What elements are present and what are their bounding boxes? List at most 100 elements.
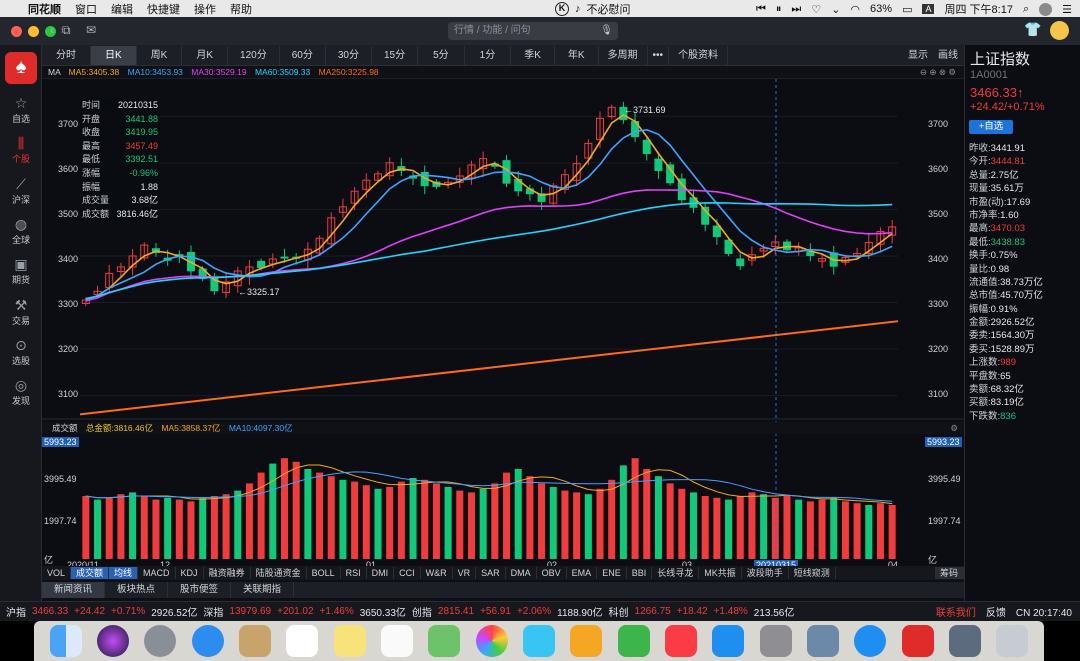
gear-icon[interactable]: ⚙ (950, 422, 958, 434)
tab-related-futures[interactable]: 关联期指 (231, 582, 295, 598)
notes-icon[interactable] (333, 625, 366, 657)
heart-icon[interactable]: ♡ (811, 3, 821, 16)
photos-icon[interactable] (475, 625, 508, 657)
launchpad-icon[interactable] (144, 625, 177, 657)
sidebar-item-futures[interactable]: ▣ 期货 (0, 256, 42, 286)
tab-120min[interactable]: 120分 (228, 45, 280, 65)
indicator-tab[interactable]: 波段助手 (742, 567, 789, 579)
tab-quarterly-k[interactable]: 季K (511, 45, 555, 65)
sidebar-item-trade[interactable]: ⚒ 交易 (0, 297, 42, 327)
menu-edit[interactable]: 编辑 (111, 1, 133, 17)
microphone-icon[interactable]: 🎙 (600, 22, 613, 40)
display-button[interactable]: 显示 (908, 45, 928, 66)
sidebar-item-stock[interactable]: ⫼ 个股 (0, 135, 42, 165)
numbers-icon[interactable] (617, 625, 650, 657)
indicator-tab[interactable]: 融资融券 (204, 567, 251, 579)
sidebar-item-global[interactable]: ◍ 全球 (0, 216, 42, 246)
indicator-tab[interactable]: 长线寻龙 (652, 567, 700, 579)
calendar-icon[interactable] (286, 625, 319, 657)
indicator-tab[interactable]: OBV (537, 567, 567, 579)
tab-5min[interactable]: 5分 (418, 45, 465, 65)
menu-window[interactable]: 窗口 (75, 1, 97, 17)
draw-line-button[interactable]: 画线 (938, 45, 958, 66)
keynote-icon[interactable] (570, 625, 603, 657)
close-button[interactable] (11, 25, 22, 37)
indicator-tab[interactable]: KDJ (176, 567, 204, 579)
minimize-button[interactable] (28, 25, 39, 37)
skin-icon[interactable]: 👕 (1024, 21, 1041, 38)
indicator-tab[interactable]: 均线 (109, 567, 139, 579)
mail-icon[interactable]: ✉ (86, 23, 96, 37)
messages-icon[interactable] (522, 625, 555, 657)
kline-chart[interactable] (42, 79, 964, 572)
sidebar-item-market[interactable]: ⟋ 沪深 (0, 176, 42, 206)
tab-monthly-k[interactable]: 月K (182, 45, 229, 65)
finder-icon[interactable] (49, 625, 82, 657)
back-icon[interactable]: ‹ (50, 23, 54, 37)
prev-track-icon[interactable]: ⏮ (756, 3, 766, 16)
trash-icon[interactable] (996, 625, 1029, 657)
appstore-icon[interactable] (712, 625, 745, 657)
search-icon[interactable]: ⌕ (1023, 3, 1029, 16)
tab-60min[interactable]: 60分 (280, 45, 326, 65)
chips-button[interactable]: 筹码 (934, 567, 964, 579)
menu-shortcut[interactable]: 快捷键 (147, 1, 180, 17)
menu-help[interactable]: 帮助 (230, 1, 252, 17)
search-input[interactable]: 行情 / 功能 / 问句 🎙 (448, 22, 618, 40)
tab-yearly-k[interactable]: 年K (555, 45, 599, 65)
chevron-down-icon[interactable]: ⌄ (831, 3, 840, 16)
tab-daily-k[interactable]: 日K (91, 45, 137, 65)
indicator-tab[interactable]: DMI (367, 567, 395, 579)
pause-icon[interactable]: ⏸ (776, 3, 782, 16)
indicator-tab[interactable]: BBI (627, 567, 653, 579)
maps-icon[interactable] (428, 625, 461, 657)
indicator-tab[interactable]: SAR (476, 567, 506, 579)
battery-percent[interactable]: 63% (870, 3, 892, 15)
menu-list-icon[interactable]: ☰ (1062, 3, 1072, 16)
chart-controls[interactable]: ⊖ ⊕ ⊗ ⚙ (920, 66, 956, 79)
app-logo-icon[interactable]: ♠ (5, 52, 37, 84)
wifi-icon[interactable]: ◠ (850, 3, 860, 16)
tab-intraday[interactable]: 分时 (42, 45, 91, 65)
tab-stock-notes[interactable]: 股市便签 (168, 582, 232, 598)
kingsoft-icon[interactable] (854, 625, 887, 657)
reminders-icon[interactable] (380, 625, 413, 657)
indicator-tab[interactable]: DMA (506, 567, 537, 579)
status-right-item[interactable]: 联系我们 (936, 608, 976, 619)
clock[interactable]: 周四 下午8:17 (944, 1, 1012, 17)
indicator-tab[interactable]: VR (453, 567, 477, 579)
indicator-tab[interactable]: 陆股通资金 (251, 567, 307, 579)
app-status-icon[interactable]: K (555, 2, 569, 16)
preview-icon[interactable] (238, 625, 271, 657)
system-preferences-icon[interactable] (759, 625, 792, 657)
music-icon[interactable] (664, 625, 697, 657)
indicator-tab[interactable]: RSI (341, 567, 367, 579)
tab-weekly-k[interactable]: 周K (137, 45, 183, 65)
indicator-tab[interactable]: 短线窥测 (789, 567, 836, 579)
menu-app-name[interactable]: 同花顺 (28, 1, 61, 17)
safari-icon[interactable] (191, 625, 224, 657)
indicator-tab[interactable]: BOLL (307, 567, 341, 579)
indicator-tab[interactable]: ENE (597, 567, 627, 579)
sidebar-item-discover[interactable]: ◎ 发现 (0, 377, 42, 407)
user-avatar[interactable] (1050, 21, 1069, 40)
indicator-tab[interactable]: EMA (567, 567, 598, 579)
sidebar-item-screener[interactable]: ⊙ 选股 (0, 337, 42, 367)
tab-30min[interactable]: 30分 (326, 45, 372, 65)
more-tabs-button[interactable]: ••• (648, 45, 670, 65)
indicator-tab[interactable]: MK共振 (699, 567, 742, 579)
tab-1min[interactable]: 1分 (465, 45, 512, 65)
window-icon[interactable]: ⧉ (62, 23, 71, 38)
siri-icon[interactable] (96, 625, 129, 657)
tab-15min[interactable]: 15分 (372, 45, 419, 65)
tab-stock-profile[interactable]: 个股资料 (669, 45, 729, 65)
avatar[interactable] (1039, 2, 1053, 16)
indicator-tab[interactable]: 成交额 (71, 567, 110, 579)
tab-sector-hot[interactable]: 板块热点 (105, 582, 169, 598)
menu-operation[interactable]: 操作 (194, 1, 216, 17)
indicator-tab[interactable]: W&R (421, 567, 453, 579)
sidebar-item-watchlist[interactable]: ☆ 自选 (0, 95, 42, 125)
tab-news[interactable]: 新闻资讯 (42, 582, 106, 598)
input-method[interactable]: A (922, 4, 935, 14)
next-track-icon[interactable]: ⏭ (791, 3, 801, 16)
